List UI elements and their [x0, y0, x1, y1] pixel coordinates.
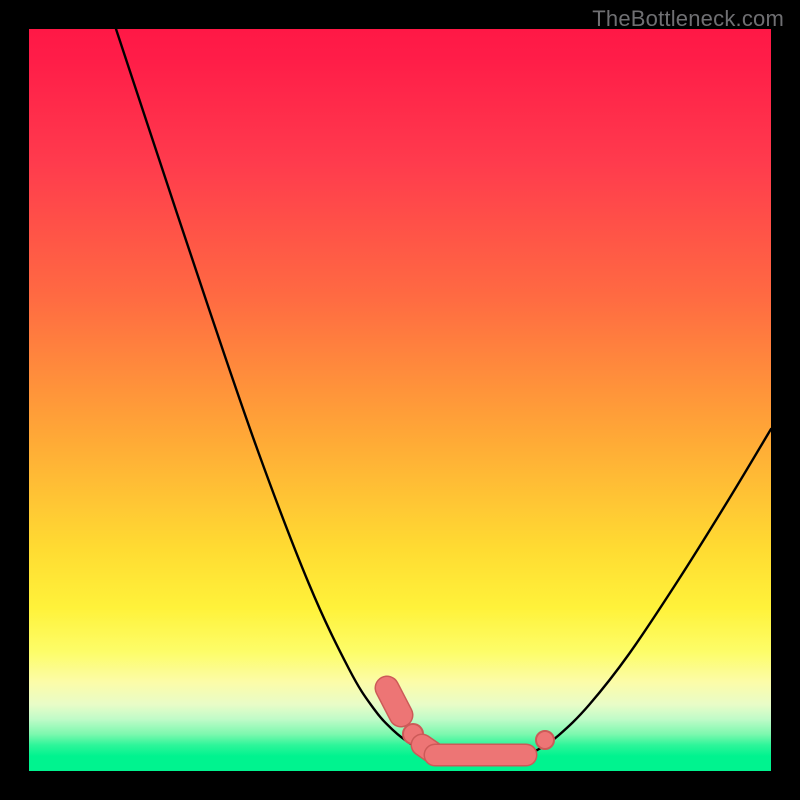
- highlight-marker: [536, 731, 554, 749]
- plot-area: [29, 29, 771, 771]
- highlight-marker: [387, 688, 401, 715]
- watermark-text: TheBottleneck.com: [592, 6, 784, 32]
- chart-frame: TheBottleneck.com: [0, 0, 800, 800]
- bottleneck-curve: [29, 29, 771, 771]
- bottleneck-line: [116, 29, 771, 755]
